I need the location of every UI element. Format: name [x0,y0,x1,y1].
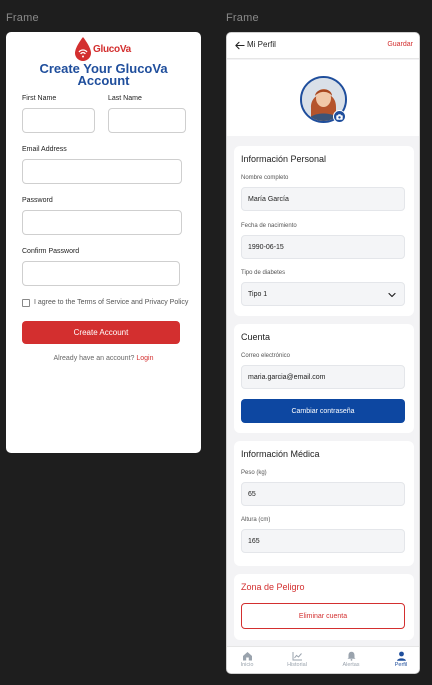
brand-name: GlucoVa [93,44,131,55]
full-name-input[interactable]: María García [241,187,405,211]
account-card: Cuenta Correo electrónico maria.garcia@e… [234,324,414,433]
email-label: Email Address [22,146,67,153]
birth-date-input[interactable]: 1990-06-15 [241,235,405,259]
email-input[interactable] [22,159,182,184]
nav-label-historial: Historial [287,662,307,668]
camera-icon [336,113,343,120]
medical-info-title: Información Médica [241,449,320,459]
save-button[interactable]: Guardar [387,41,413,48]
email-label-profile: Correo electrónico [241,353,291,359]
first-name-input[interactable] [22,108,95,133]
glucova-logo: GlucoVa [73,36,135,62]
diabetes-type-value: Tipo 1 [248,290,268,298]
personal-info-title: Información Personal [241,154,327,164]
avatar-section [227,60,419,136]
chart-icon [292,652,302,661]
signup-title-line2: Account [77,73,130,88]
nav-label-perfil: Perfil [394,662,408,668]
last-name-input[interactable] [108,108,186,133]
login-prompt-text: Already have an account? [53,355,135,362]
account-title: Cuenta [241,332,271,342]
nav-item-historial[interactable]: Historial [277,651,317,668]
nav-item-alertas[interactable]: Alertas [331,651,371,668]
confirm-password-label: Confirm Password [22,248,80,255]
terms-checkbox[interactable] [22,299,30,307]
diabetes-type-label: Tipo de diabetes [241,270,286,276]
password-label: Password [22,197,53,204]
login-prompt: Already have an account? Login [6,355,201,362]
login-link[interactable]: Login [136,355,153,362]
bottom-navigation: Inicio Historial Alertas Perfil [227,646,419,673]
profile-frame: Mi Perfil Guardar Información Personal N… [226,32,420,674]
change-photo-button[interactable] [333,110,346,123]
bell-icon [347,651,355,661]
danger-zone-card: Zona de Peligro Eliminar cuenta [234,574,414,640]
birth-date-label: Fecha de nacimiento [241,223,297,229]
email-input-profile[interactable]: maria.garcia@email.com [241,365,405,389]
blood-drop-icon [75,37,91,61]
user-icon [396,651,406,661]
nav-label-alertas: Alertas [342,662,360,668]
profile-header: Mi Perfil Guardar [227,33,419,59]
change-password-button[interactable]: Cambiar contraseña [241,399,405,423]
frame-label-right: Frame [226,12,259,24]
danger-zone-title: Zona de Peligro [241,582,305,592]
delete-account-button[interactable]: Eliminar cuenta [241,603,405,629]
medical-info-card: Información Médica Peso (kg) 65 Altura (… [234,441,414,566]
frame-label-left: Frame [6,12,39,24]
full-name-label: Nombre completo [241,175,289,181]
password-input[interactable] [22,210,182,235]
nav-label-inicio: Inicio [240,662,254,668]
back-arrow-icon[interactable] [234,40,245,51]
home-icon [242,652,252,661]
weight-label: Peso (kg) [241,470,267,476]
page-title: Mi Perfil [247,40,276,49]
create-account-button[interactable]: Create Account [22,321,180,344]
confirm-password-input[interactable] [22,261,180,286]
weight-input[interactable]: 65 [241,482,405,506]
nav-item-inicio[interactable]: Inicio [227,651,267,668]
personal-info-card: Información Personal Nombre completo Mar… [234,146,414,316]
chevron-down-icon [388,292,396,298]
last-name-label: Last Name [108,95,142,102]
terms-text: I agree to the Terms of Service and Priv… [34,299,189,306]
signup-frame: GlucoVa Create Your GlucoVa Account Firs… [6,32,201,453]
diabetes-type-select[interactable]: Tipo 1 [241,282,405,306]
height-input[interactable]: 165 [241,529,405,553]
nav-item-perfil[interactable]: Perfil [381,651,419,668]
height-label: Altura (cm) [241,517,271,523]
first-name-label: First Name [22,95,57,102]
